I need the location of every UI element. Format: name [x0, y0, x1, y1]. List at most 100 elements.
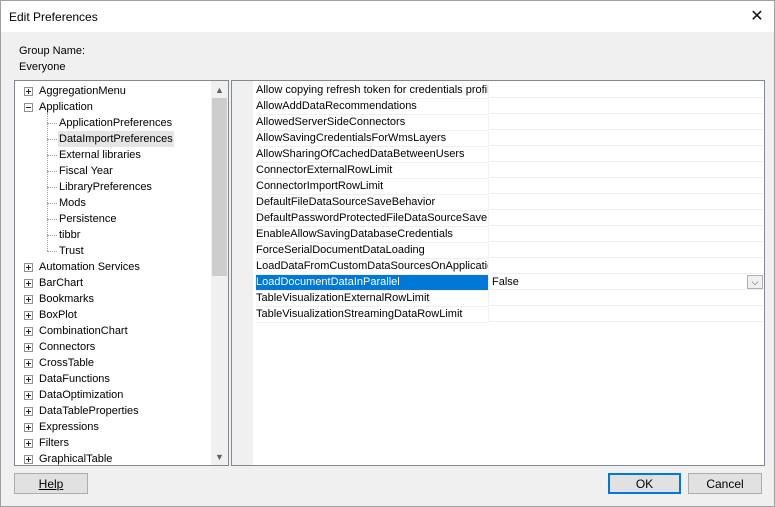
property-row[interactable]: ForceSerialDocumentDataLoading: [232, 243, 764, 259]
tree-item-label: Trust: [59, 245, 84, 257]
property-value[interactable]: [488, 259, 764, 274]
tree-item-label: Bookmarks: [39, 293, 95, 305]
tree-item-label: tibbr: [59, 229, 81, 241]
property-value[interactable]: [488, 147, 764, 162]
tree-connector: [47, 171, 57, 172]
window-title: Edit Preferences: [9, 10, 98, 24]
ok-button[interactable]: OK: [608, 473, 681, 494]
property-row[interactable]: Allow copying refresh token for credenti…: [232, 83, 764, 99]
property-name: ForceSerialDocumentDataLoading: [256, 243, 488, 259]
tree-item-label: Fiscal Year: [59, 165, 113, 177]
tree-connector: [47, 139, 57, 140]
tree-item-label: ApplicationPreferences: [59, 117, 173, 129]
tree-item-label: CrossTable: [39, 357, 95, 369]
tree-item-label: Persistence: [59, 213, 117, 225]
property-value[interactable]: [488, 291, 764, 306]
tree-item-label: DataOptimization: [39, 389, 124, 401]
property-row[interactable]: AllowedServerSideConnectors: [232, 115, 764, 131]
scroll-up-arrow-icon[interactable]: ▲: [211, 81, 228, 98]
help-button-label: Help: [38, 476, 64, 491]
property-row[interactable]: AllowAddDataRecommendations: [232, 99, 764, 115]
tree-item-label: Connectors: [39, 341, 96, 353]
property-name: ConnectorExternalRowLimit: [256, 163, 488, 179]
property-value[interactable]: [488, 211, 764, 226]
property-value[interactable]: [488, 115, 764, 130]
property-value[interactable]: [488, 83, 764, 98]
expand-plus-icon[interactable]: [24, 439, 33, 448]
tree-scrollbar[interactable]: ▲ ▼: [211, 81, 228, 465]
tree-connector: [47, 235, 57, 236]
property-row[interactable]: ConnectorImportRowLimit: [232, 179, 764, 195]
expand-plus-icon[interactable]: [24, 455, 33, 464]
expand-plus-icon[interactable]: [24, 311, 33, 320]
property-row[interactable]: EnableAllowSavingDatabaseCredentials: [232, 227, 764, 243]
expand-plus-icon[interactable]: [24, 359, 33, 368]
property-value[interactable]: [488, 163, 764, 178]
expand-plus-icon[interactable]: [24, 343, 33, 352]
collapse-minus-icon[interactable]: [24, 103, 33, 112]
expand-plus-icon[interactable]: [24, 263, 33, 272]
property-name: TableVisualizationExternalRowLimit: [256, 291, 488, 307]
help-button[interactable]: Help: [14, 473, 88, 494]
expand-plus-icon[interactable]: [24, 87, 33, 96]
tree-item-label: DataTableProperties: [39, 405, 139, 417]
tree-connector: [47, 203, 57, 204]
cancel-button-label: Cancel: [706, 476, 744, 491]
scrollbar-thumb[interactable]: [212, 98, 227, 276]
title-bar: Edit Preferences ✕: [1, 1, 774, 32]
preferences-tree[interactable]: GraphicalTable Filters Expressions DataTabl…: [14, 80, 229, 466]
tree-connector: [47, 187, 57, 188]
close-icon[interactable]: ✕: [746, 5, 768, 27]
property-row[interactable]: TableVisualizationStreamingDataRowLimit: [232, 307, 764, 323]
chevron-down-icon[interactable]: ⌵: [747, 275, 763, 289]
property-row[interactable]: LoadDocumentDataInParallel False ⌵: [232, 275, 764, 291]
tree-connector: [47, 251, 57, 252]
tree-item-label: BoxPlot: [39, 309, 77, 321]
group-name-label: Group Name:: [19, 45, 86, 57]
scroll-down-arrow-icon[interactable]: ▼: [211, 448, 228, 465]
ok-button-label: OK: [635, 476, 654, 491]
property-row[interactable]: AllowSharingOfCachedDataBetweenUsers: [232, 147, 764, 163]
expand-plus-icon[interactable]: [24, 423, 33, 432]
property-row[interactable]: TableVisualizationExternalRowLimit: [232, 291, 764, 307]
property-row[interactable]: LoadDataFromCustomDataSourcesOnApplicati…: [232, 259, 764, 275]
group-name-value: Everyone: [19, 61, 66, 73]
property-value[interactable]: [488, 227, 764, 242]
property-value[interactable]: [488, 307, 764, 322]
property-name: ConnectorImportRowLimit: [256, 179, 488, 195]
expand-plus-icon[interactable]: [24, 327, 33, 336]
property-value[interactable]: False ⌵: [488, 275, 764, 290]
expand-plus-icon[interactable]: [24, 279, 33, 288]
property-row[interactable]: ConnectorExternalRowLimit: [232, 163, 764, 179]
tree-item-label: Mods: [59, 197, 86, 209]
property-value[interactable]: [488, 243, 764, 258]
property-name: DefaultPasswordProtectedFileDataSourceSa…: [256, 211, 488, 227]
expand-plus-icon[interactable]: [24, 391, 33, 400]
property-row[interactable]: DefaultPasswordProtectedFileDataSourceSa…: [232, 211, 764, 227]
cancel-button[interactable]: Cancel: [688, 473, 762, 494]
property-name: Allow copying refresh token for credenti…: [256, 83, 488, 99]
property-name: TableVisualizationStreamingDataRowLimit: [256, 307, 488, 323]
property-name: LoadDocumentDataInParallel: [256, 275, 488, 291]
property-grid[interactable]: Allow copying refresh token for credenti…: [231, 80, 765, 466]
property-value[interactable]: [488, 195, 764, 210]
property-name: AllowSharingOfCachedDataBetweenUsers: [256, 147, 488, 163]
property-name: AllowedServerSideConnectors: [256, 115, 488, 131]
edit-preferences-dialog: Edit Preferences ✕ Group Name: Everyone …: [0, 0, 775, 507]
property-value[interactable]: [488, 99, 764, 114]
tree-item-label: Filters: [39, 437, 69, 449]
property-row[interactable]: DefaultFileDataSourceSaveBehavior: [232, 195, 764, 211]
expand-plus-icon[interactable]: [24, 295, 33, 304]
property-name: AllowAddDataRecommendations: [256, 99, 488, 115]
property-row[interactable]: AllowSavingCredentialsForWmsLayers: [232, 131, 764, 147]
property-value[interactable]: [488, 131, 764, 146]
expand-plus-icon[interactable]: [24, 407, 33, 416]
tree-connector: [47, 113, 48, 251]
tree-connector: [47, 155, 57, 156]
property-name: LoadDataFromCustomDataSourcesOnApplicati…: [256, 259, 488, 275]
tree-item-label: LibraryPreferences: [59, 181, 152, 193]
tree-item-label: GraphicalTable: [39, 453, 113, 465]
tree-item-label: Application: [39, 101, 93, 113]
expand-plus-icon[interactable]: [24, 375, 33, 384]
property-value[interactable]: [488, 179, 764, 194]
